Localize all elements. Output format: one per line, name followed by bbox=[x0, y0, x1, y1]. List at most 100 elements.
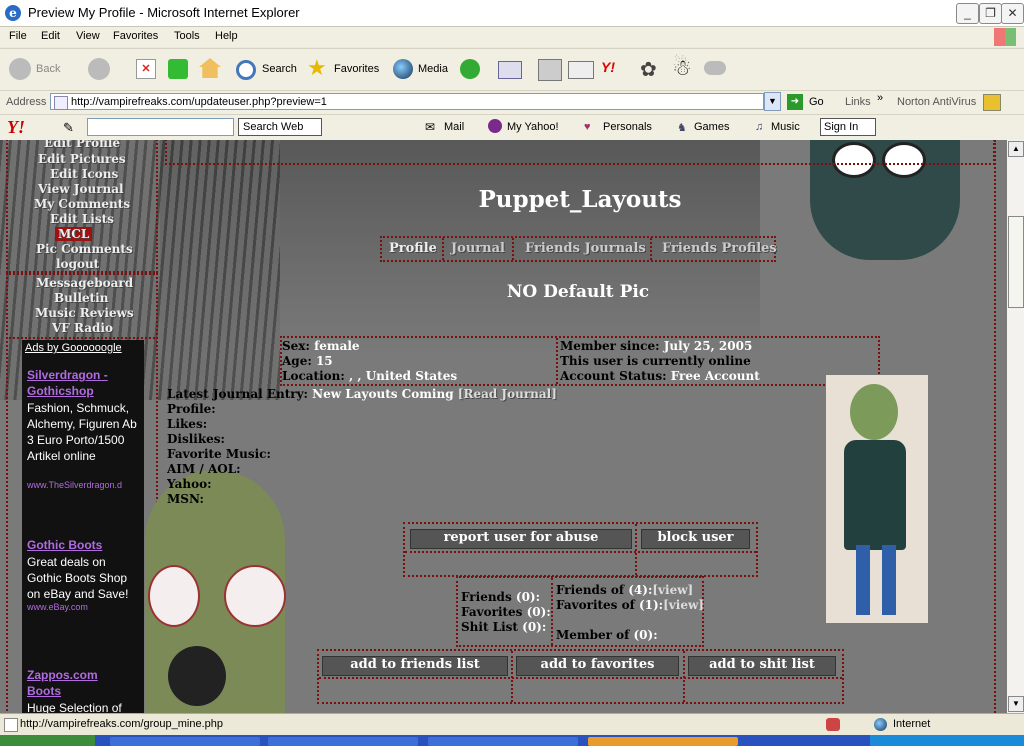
yahoo-logo-icon[interactable]: Y! bbox=[7, 117, 25, 138]
maximize-button[interactable]: ❐ bbox=[979, 3, 1002, 24]
my-yahoo-button[interactable]: My Yahoo! bbox=[507, 121, 559, 133]
minimize-button[interactable]: _ bbox=[956, 3, 979, 24]
mail-envelope-icon: ✉ bbox=[425, 120, 436, 134]
forward-arrow-icon[interactable] bbox=[88, 58, 110, 80]
read-journal-link[interactable]: [Read Journal] bbox=[458, 387, 557, 401]
field-yahoo: Yahoo: bbox=[167, 477, 212, 491]
address-input[interactable]: http://vampirefreaks.com/updateuser.php?… bbox=[50, 93, 764, 110]
add-favorites-button[interactable]: add to favorites bbox=[516, 656, 679, 676]
menu-file[interactable]: File bbox=[9, 30, 27, 42]
menu-favorites[interactable]: Favorites bbox=[113, 30, 158, 42]
discuss-icon[interactable] bbox=[704, 61, 726, 75]
search-button[interactable]: Search bbox=[262, 63, 297, 75]
age-label: Age: bbox=[282, 354, 312, 368]
friends-of-view-link[interactable]: [view] bbox=[652, 583, 693, 597]
taskbar-item[interactable] bbox=[428, 737, 578, 746]
start-button[interactable] bbox=[0, 735, 95, 746]
links-button[interactable]: Links bbox=[845, 96, 871, 108]
tab-journal[interactable]: Journal bbox=[451, 241, 505, 256]
stop-icon[interactable]: ✕ bbox=[136, 59, 156, 79]
nav-mcl[interactable]: MCL bbox=[55, 227, 93, 241]
nav-view-journal[interactable]: View Journal bbox=[38, 182, 124, 196]
yahoo-mail-button[interactable]: Mail bbox=[444, 121, 464, 133]
scroll-down-button[interactable]: ▼ bbox=[1008, 696, 1024, 712]
norton-label[interactable]: Norton AntiVirus bbox=[897, 96, 976, 108]
print-icon[interactable] bbox=[538, 59, 562, 81]
nav-pic-comments[interactable]: Pic Comments bbox=[36, 242, 133, 256]
taskbar-item[interactable] bbox=[268, 737, 418, 746]
media-button[interactable]: Media bbox=[418, 63, 448, 75]
person-icon[interactable]: ☃ bbox=[672, 55, 692, 81]
friends-of-label: Friends of bbox=[556, 583, 625, 597]
action-divider bbox=[635, 524, 638, 575]
nav-music-reviews[interactable]: Music Reviews bbox=[35, 306, 134, 320]
menu-edit[interactable]: Edit bbox=[41, 30, 60, 42]
add-shitlist-button[interactable]: add to shit list bbox=[688, 656, 836, 676]
menu-help[interactable]: Help bbox=[215, 30, 238, 42]
flower-icon[interactable]: ✿ bbox=[640, 57, 657, 82]
back-button[interactable]: Back bbox=[36, 63, 60, 75]
menu-view[interactable]: View bbox=[76, 30, 100, 42]
nav-edit-icons[interactable]: Edit Icons bbox=[50, 167, 118, 181]
mail-icon[interactable] bbox=[498, 61, 522, 79]
ad1-title-line1[interactable]: Silverdragon - bbox=[27, 368, 108, 382]
home-icon[interactable] bbox=[199, 58, 221, 78]
chevron-right-icon[interactable]: » bbox=[877, 92, 883, 104]
personals-button[interactable]: Personals bbox=[603, 121, 652, 133]
go-arrow-icon[interactable]: ➜ bbox=[787, 94, 803, 110]
sign-in-button[interactable]: Sign In bbox=[820, 118, 876, 136]
scroll-thumb[interactable] bbox=[1008, 216, 1024, 308]
add-friends-button[interactable]: add to friends list bbox=[322, 656, 508, 676]
ad1-title-line2[interactable]: Gothicshop bbox=[27, 384, 94, 398]
yahoo-search-input[interactable] bbox=[87, 118, 234, 136]
scroll-up-button[interactable]: ▲ bbox=[1008, 141, 1024, 157]
pencil-icon[interactable]: ✎ bbox=[63, 120, 74, 136]
go-button[interactable]: Go bbox=[809, 96, 824, 108]
ad1-url[interactable]: www.TheSilverdragon.d bbox=[27, 480, 122, 490]
block-user-button[interactable]: block user bbox=[641, 529, 750, 549]
taskbar-item[interactable] bbox=[588, 737, 738, 746]
ad2-url[interactable]: www.eBay.com bbox=[27, 602, 88, 612]
page-icon bbox=[54, 96, 68, 110]
nav-edit-pictures[interactable]: Edit Pictures bbox=[38, 152, 126, 166]
nav-messageboard[interactable]: Messageboard bbox=[36, 276, 133, 290]
back-arrow-icon[interactable] bbox=[9, 58, 31, 80]
nav-logout[interactable]: logout bbox=[56, 257, 99, 271]
nav-bulletin[interactable]: Bulletin bbox=[54, 291, 108, 305]
favorites-button[interactable]: Favorites bbox=[334, 63, 379, 75]
yahoo-messenger-icon[interactable]: Y! bbox=[601, 59, 615, 75]
info-divider bbox=[556, 338, 559, 384]
friends-count: (0): bbox=[515, 590, 541, 604]
nav-vf-radio[interactable]: VF Radio bbox=[52, 321, 113, 335]
nav-edit-lists[interactable]: Edit Lists bbox=[50, 212, 114, 226]
search-web-button[interactable]: Search Web bbox=[238, 118, 322, 136]
favorites-of-view-link[interactable]: [view] bbox=[663, 598, 704, 612]
search-icon[interactable] bbox=[236, 60, 256, 80]
nav-edit-profile[interactable]: Edit Profile bbox=[44, 140, 120, 150]
ad3-title-line2[interactable]: Boots bbox=[27, 684, 61, 698]
tab-friends-profiles[interactable]: Friends Profiles bbox=[662, 241, 777, 256]
close-button[interactable]: ✕ bbox=[1001, 3, 1024, 24]
favorites-star-icon[interactable]: ★ bbox=[307, 57, 327, 79]
refresh-icon[interactable] bbox=[168, 59, 188, 79]
music-button[interactable]: Music bbox=[771, 121, 800, 133]
games-button[interactable]: Games bbox=[694, 121, 729, 133]
vertical-scrollbar[interactable]: ▲ ▼ bbox=[1007, 140, 1024, 713]
address-dropdown-button[interactable]: ▼ bbox=[764, 92, 781, 111]
norton-icon[interactable] bbox=[983, 94, 1001, 111]
tab-profile[interactable]: Profile bbox=[389, 241, 437, 256]
menu-tools[interactable]: Tools bbox=[174, 30, 200, 42]
report-abuse-button[interactable]: report user for abuse bbox=[410, 529, 632, 549]
tab-friends-journals[interactable]: Friends Journals bbox=[525, 241, 646, 256]
popup-blocker-icon[interactable] bbox=[826, 718, 840, 731]
page-viewport: Edit Profile Edit Pictures Edit Icons Vi… bbox=[0, 140, 1007, 713]
taskbar-item[interactable] bbox=[110, 737, 260, 746]
media-icon[interactable] bbox=[393, 59, 413, 79]
edit-icon[interactable] bbox=[568, 61, 594, 79]
ads-header[interactable]: Ads by Goooooogle bbox=[25, 342, 122, 354]
history-icon[interactable] bbox=[460, 59, 480, 79]
member-since-value: July 25, 2005 bbox=[663, 339, 753, 353]
ad2-title[interactable]: Gothic Boots bbox=[27, 538, 102, 552]
ad3-title-line1[interactable]: Zappos.com bbox=[27, 668, 98, 682]
nav-my-comments[interactable]: My Comments bbox=[34, 197, 130, 211]
